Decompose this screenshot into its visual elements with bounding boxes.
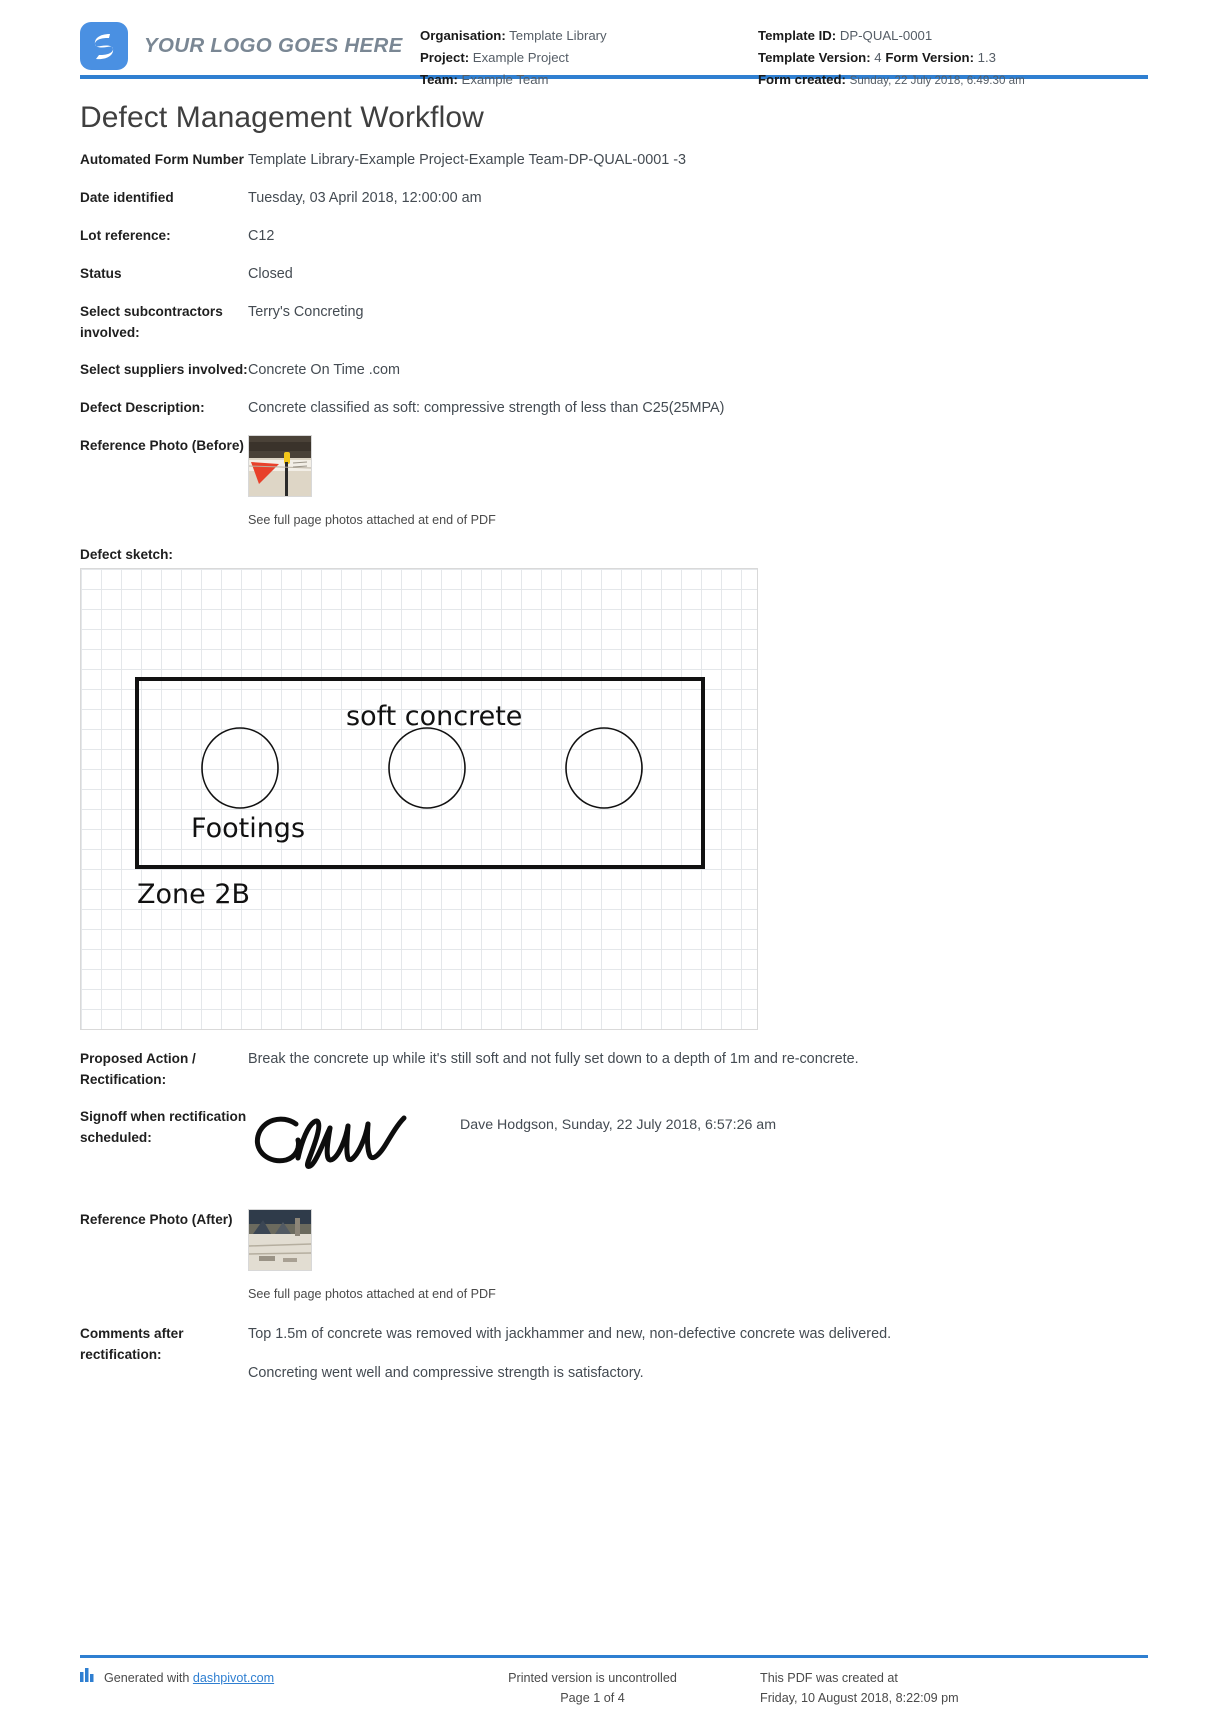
footer-created: This PDF was created at Friday, 10 Augus… bbox=[760, 1668, 1148, 1708]
field-label: Signoff when rectification scheduled: bbox=[80, 1109, 247, 1145]
field-value: Break the concrete up while it's still s… bbox=[248, 1051, 859, 1067]
signoff-value: Dave Hodgson, Sunday, 22 July 2018, 6:57… bbox=[460, 1117, 777, 1133]
template-id-line: Template ID: DP-QUAL-0001 bbox=[758, 25, 1138, 47]
field-label: Automated Form Number bbox=[80, 152, 244, 167]
organisation-label: Organisation: bbox=[420, 28, 506, 43]
field-label: Proposed Action / Rectification: bbox=[80, 1051, 196, 1087]
photo-caption: See full page photos attached at end of … bbox=[248, 513, 496, 527]
dashpivot-link[interactable]: dashpivot.com bbox=[193, 1671, 274, 1685]
version-line: Template Version: 4 Form Version: 1.3 bbox=[758, 47, 1138, 69]
header-meta-right: Template ID: DP-QUAL-0001 Template Versi… bbox=[758, 22, 1138, 92]
footer-generated: Generated with dashpivot.com bbox=[80, 1668, 425, 1708]
template-version-value: 4 bbox=[874, 50, 882, 65]
defect-sketch-canvas[interactable]: soft concrete Footings Zone 2B bbox=[80, 568, 758, 1030]
field-defect-description: Defect Description: Concrete classified … bbox=[80, 397, 1148, 419]
field-proposed-action: Proposed Action / Rectification: Break t… bbox=[80, 1048, 1148, 1090]
photo-caption: See full page photos attached at end of … bbox=[248, 1287, 496, 1301]
field-label: Defect Description: bbox=[80, 400, 205, 415]
document-page: YOUR LOGO GOES HERE Organisation: Templa… bbox=[0, 0, 1228, 1736]
template-version-label: Template Version: bbox=[758, 50, 871, 65]
company-logo-icon bbox=[80, 22, 128, 70]
printed-note: Printed version is uncontrolled bbox=[508, 1671, 677, 1685]
field-subcontractors: Select subcontractors involved: Terry's … bbox=[80, 301, 1148, 343]
comment-line: Top 1.5m of concrete was removed with ja… bbox=[248, 1326, 892, 1342]
generated-prefix: Generated with bbox=[104, 1671, 193, 1685]
defect-sketch-label: Defect sketch: bbox=[80, 547, 173, 562]
project-line: Project: Example Project bbox=[420, 47, 758, 69]
field-label: Reference Photo (After) bbox=[80, 1212, 233, 1227]
team-label: Team: bbox=[420, 72, 458, 87]
field-label: Date identified bbox=[80, 190, 174, 205]
form-version-value: 1.3 bbox=[977, 50, 996, 65]
template-id-value: DP-QUAL-0001 bbox=[839, 28, 933, 43]
field-reference-photo-before: Reference Photo (Before) See full page p… bbox=[80, 435, 1148, 531]
field-value: Template Library-Example Project-Example… bbox=[248, 152, 687, 168]
status-badge: Closed bbox=[248, 266, 293, 282]
footer-divider bbox=[80, 1655, 1148, 1658]
field-lot-reference: Lot reference: C12 bbox=[80, 225, 1148, 247]
sketch-annotation-footings: Footings bbox=[191, 813, 305, 844]
field-status: Status Closed bbox=[80, 263, 1148, 285]
field-comments: Comments after rectification: Top 1.5m o… bbox=[80, 1323, 1148, 1384]
field-automated-form-number: Automated Form Number Template Library-E… bbox=[80, 149, 1148, 171]
sketch-annotation-zone: Zone 2B bbox=[137, 879, 250, 910]
signature-image bbox=[248, 1106, 438, 1185]
footer-print-note: Printed version is uncontrolled Page 1 o… bbox=[425, 1668, 760, 1708]
page-title: Defect Management Workflow bbox=[80, 101, 484, 134]
created-date: Friday, 10 August 2018, 8:22:09 pm bbox=[760, 1691, 959, 1705]
team-line: Team: Example Team bbox=[420, 69, 758, 91]
logo-block: YOUR LOGO GOES HERE bbox=[80, 22, 420, 70]
field-label: Comments after rectification: bbox=[80, 1326, 184, 1362]
project-label: Project: bbox=[420, 50, 470, 65]
form-created-label: Form created: bbox=[758, 72, 846, 87]
comment-line: Concreting went well and compressive str… bbox=[248, 1365, 644, 1381]
field-label: Select subcontractors involved: bbox=[80, 304, 223, 340]
chart-bars-icon bbox=[80, 1668, 96, 1688]
field-label: Reference Photo (Before) bbox=[80, 438, 244, 453]
field-suppliers: Select suppliers involved: Concrete On T… bbox=[80, 359, 1148, 381]
document-footer: Generated with dashpivot.com Printed ver… bbox=[80, 1655, 1148, 1708]
page-number: Page 1 of 4 bbox=[560, 1691, 625, 1705]
header-meta-left: Organisation: Template Library Project: … bbox=[420, 22, 758, 91]
document-header: YOUR LOGO GOES HERE Organisation: Templa… bbox=[80, 0, 1148, 87]
reference-photo-after-thumbnail[interactable] bbox=[248, 1209, 312, 1271]
field-label: Select suppliers involved: bbox=[80, 362, 248, 377]
field-date-identified: Date identified Tuesday, 03 April 2018, … bbox=[80, 187, 1148, 209]
form-created-value: Sunday, 22 July 2018, 6:49:30 am bbox=[849, 74, 1025, 87]
project-value: Example Project bbox=[472, 50, 569, 65]
field-label: Status bbox=[80, 266, 122, 281]
field-value: Tuesday, 03 April 2018, 12:00:00 am bbox=[248, 190, 482, 206]
logo-text: YOUR LOGO GOES HERE bbox=[144, 34, 403, 57]
sketch-annotation-top: soft concrete bbox=[346, 701, 522, 732]
field-value: C12 bbox=[248, 228, 275, 244]
team-value: Example Team bbox=[461, 72, 549, 87]
organisation-line: Organisation: Template Library bbox=[420, 25, 758, 47]
field-value: Concrete classified as soft: compressive… bbox=[248, 400, 725, 416]
field-reference-photo-after: Reference Photo (After) See full page ph… bbox=[80, 1209, 1148, 1305]
field-value: Concrete On Time .com bbox=[248, 362, 400, 378]
organisation-value: Template Library bbox=[509, 28, 607, 43]
field-value: Terry's Concreting bbox=[248, 304, 364, 320]
reference-photo-before-thumbnail[interactable] bbox=[248, 435, 312, 497]
template-id-label: Template ID: bbox=[758, 28, 837, 43]
created-note: This PDF was created at bbox=[760, 1671, 898, 1685]
form-version-label: Form Version: bbox=[885, 50, 974, 65]
field-label: Lot reference: bbox=[80, 228, 171, 243]
field-signoff: Signoff when rectification scheduled: Da… bbox=[80, 1106, 1148, 1191]
form-created-line: Form created: Sunday, 22 July 2018, 6:49… bbox=[758, 69, 1138, 92]
